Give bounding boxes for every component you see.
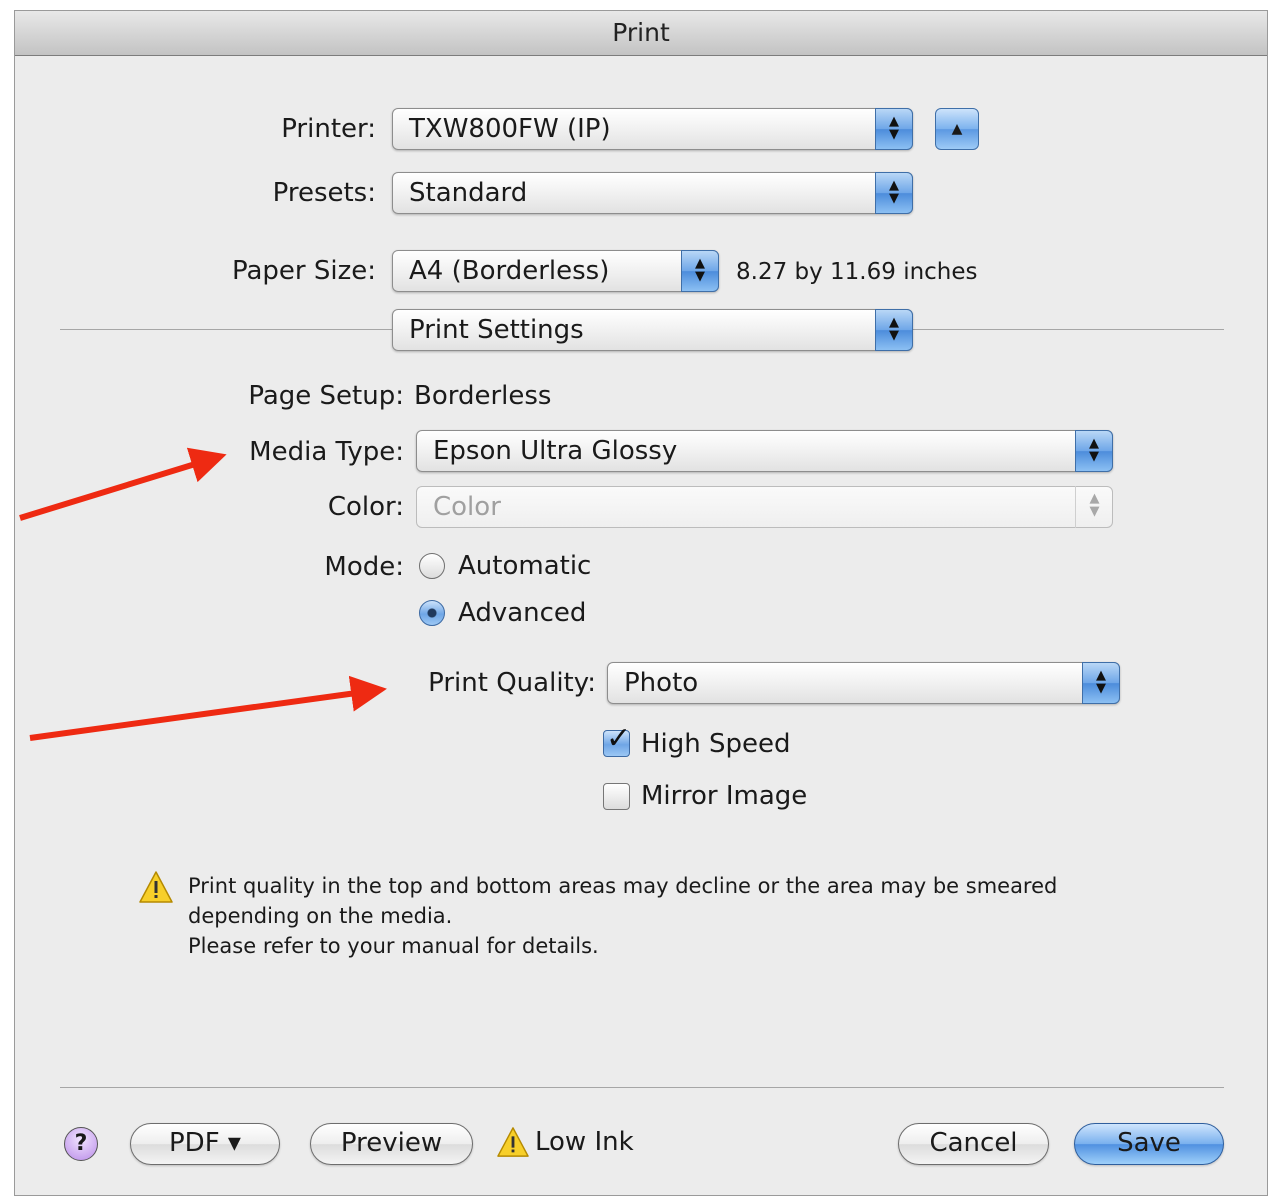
presets-value: Standard xyxy=(409,178,528,208)
page-setup-label: Page Setup: xyxy=(248,381,404,411)
popup-arrows-icon: ▲ ▼ xyxy=(1082,662,1120,704)
media-type-value: Epson Ultra Glossy xyxy=(433,436,678,466)
high-speed-checkbox[interactable]: ✓ xyxy=(603,721,631,757)
printer-label: Printer: xyxy=(281,114,376,144)
mirror-image-label[interactable]: Mirror Image xyxy=(641,781,807,811)
presets-label: Presets: xyxy=(272,178,376,208)
window-title: Print xyxy=(612,18,670,47)
bottom-divider xyxy=(60,1087,1224,1088)
paper-size-value: A4 (Borderless) xyxy=(409,256,610,286)
mode-advanced-label[interactable]: Advanced xyxy=(458,598,586,628)
popup-arrows-icon: ▲ ▼ xyxy=(1075,430,1113,472)
media-type-popup[interactable]: Epson Ultra Glossy ▲ ▼ xyxy=(416,430,1113,472)
cancel-button[interactable]: Cancel xyxy=(898,1123,1049,1165)
color-label: Color: xyxy=(327,492,404,522)
popup-arrows-icon: ▲ ▼ xyxy=(875,309,913,351)
high-speed-label[interactable]: High Speed xyxy=(641,729,791,759)
pdf-button[interactable]: PDF ▾ xyxy=(130,1123,280,1165)
checkmark-icon: ✓ xyxy=(606,721,632,756)
mode-label: Mode: xyxy=(324,552,404,582)
popup-arrows-icon: ▲ ▼ xyxy=(681,250,719,292)
notice-line-3: Please refer to your manual for details. xyxy=(188,934,599,958)
paper-size-label: Paper Size: xyxy=(231,256,376,286)
mode-automatic-label[interactable]: Automatic xyxy=(458,551,591,581)
notice-line-1: Print quality in the top and bottom area… xyxy=(188,874,1058,898)
printer-popup[interactable]: TXW800FW (IP) ▲ ▼ xyxy=(392,108,913,150)
popup-arrows-icon: ▲ ▼ xyxy=(875,108,913,150)
color-popup: Color ▲ ▼ xyxy=(416,486,1113,528)
help-button[interactable]: ? xyxy=(64,1127,98,1161)
save-button[interactable]: Save xyxy=(1074,1123,1224,1165)
mode-advanced-radio[interactable] xyxy=(419,600,445,626)
popup-arrows-icon: ▲ ▼ xyxy=(875,172,913,214)
warning-icon xyxy=(139,871,173,903)
low-ink-label[interactable]: Low Ink xyxy=(535,1127,634,1157)
divider xyxy=(60,329,394,330)
popup-arrows-icon: ▲ ▼ xyxy=(1075,486,1113,528)
color-value: Color xyxy=(433,492,501,522)
paper-size-popup[interactable]: A4 (Borderless) ▲ ▼ xyxy=(392,250,719,292)
low-ink-warning-icon xyxy=(497,1127,529,1157)
preview-button[interactable]: Preview xyxy=(310,1123,473,1165)
printer-value: TXW800FW (IP) xyxy=(409,114,611,144)
panel-value: Print Settings xyxy=(409,315,584,345)
print-quality-label: Print Quality: xyxy=(428,668,596,698)
panel-popup[interactable]: Print Settings ▲ ▼ xyxy=(392,309,913,351)
notice-line-2: depending on the media. xyxy=(188,904,453,928)
media-type-label: Media Type: xyxy=(249,437,404,467)
title-bar: Print xyxy=(15,11,1267,56)
mode-automatic-radio[interactable] xyxy=(419,553,445,579)
print-quality-value: Photo xyxy=(624,668,699,698)
print-quality-popup[interactable]: Photo ▲ ▼ xyxy=(607,662,1120,704)
divider xyxy=(912,329,1224,330)
collapse-details-button[interactable]: ▲ xyxy=(935,108,979,150)
page-setup-value: Borderless xyxy=(414,381,552,411)
disclosure-up-icon: ▲ xyxy=(951,121,963,137)
presets-popup[interactable]: Standard ▲ ▼ xyxy=(392,172,913,214)
paper-dimensions: 8.27 by 11.69 inches xyxy=(736,259,978,285)
mirror-image-checkbox[interactable] xyxy=(603,783,630,810)
